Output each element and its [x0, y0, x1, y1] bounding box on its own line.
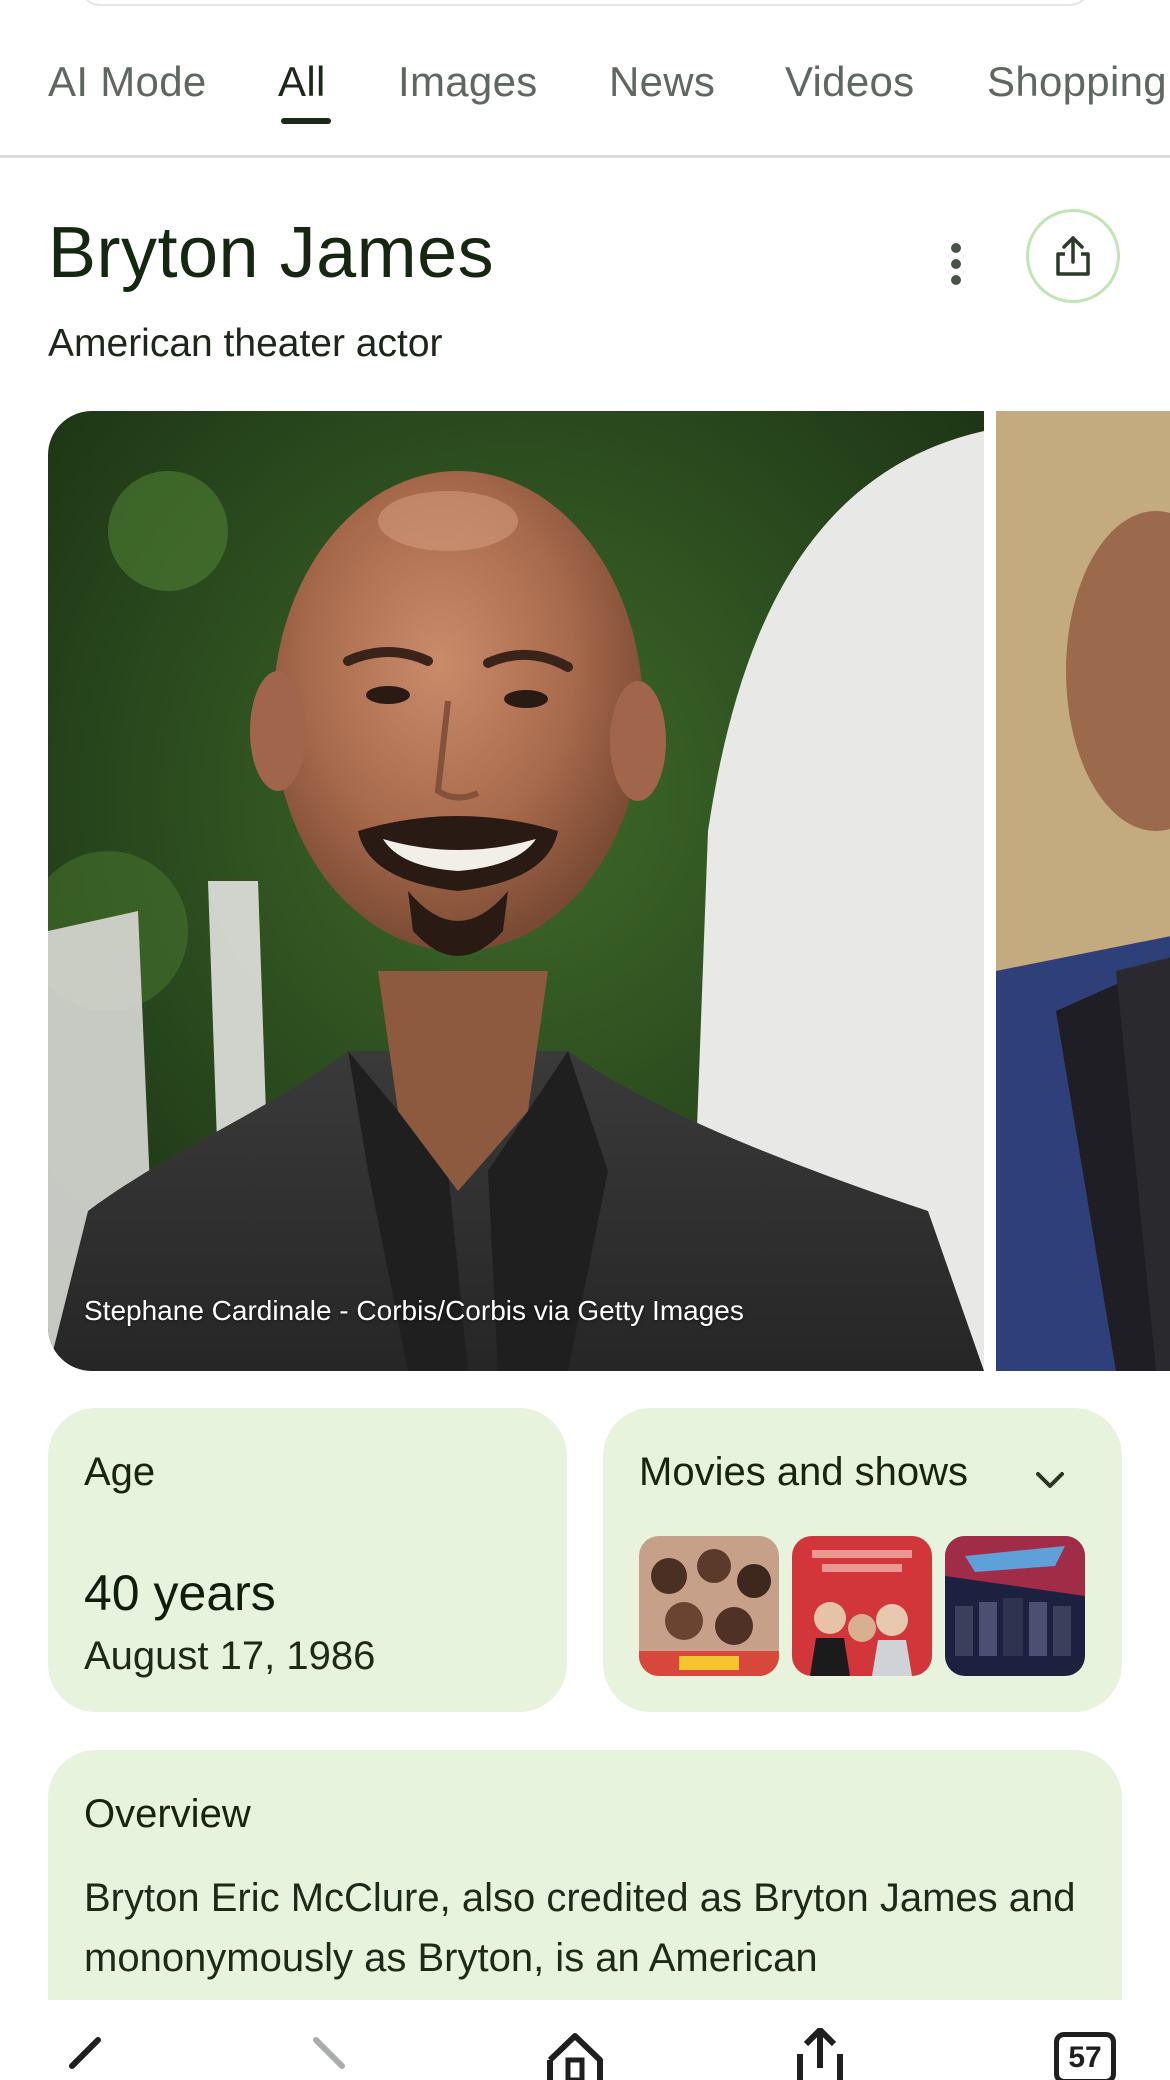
age-value: 40 years: [84, 1565, 276, 1621]
movie-thumbnail[interactable]: [945, 1536, 1085, 1676]
movies-label: Movies and shows: [639, 1450, 969, 1494]
home-icon[interactable]: [544, 2030, 606, 2080]
tab-count: 57: [1068, 2041, 1102, 2074]
portrait-photo-2[interactable]: [996, 411, 1170, 1371]
overview-text: Bryton Eric McClure, also credited as Br…: [84, 1876, 1076, 1980]
age-label: Age: [84, 1450, 156, 1494]
share-button[interactable]: [1026, 209, 1120, 303]
entity-subtitle: American theater actor: [48, 322, 443, 365]
tab-shopping[interactable]: Shopping: [987, 58, 1167, 106]
forward-icon[interactable]: [306, 2036, 356, 2080]
movie-thumbnail[interactable]: [792, 1536, 932, 1676]
more-options-button[interactable]: [924, 232, 988, 296]
entity-title: Bryton James: [48, 213, 495, 293]
tab-news[interactable]: News: [609, 58, 715, 106]
tab-videos[interactable]: Videos: [785, 58, 914, 106]
birth-date: August 17, 1986: [84, 1634, 376, 1678]
active-tab-indicator: [281, 118, 331, 124]
tabs-icon[interactable]: 57: [1054, 2032, 1116, 2080]
share-nav-icon[interactable]: [790, 2028, 850, 2080]
share-icon: [1056, 236, 1090, 276]
movie-thumbnail[interactable]: [639, 1536, 779, 1676]
portrait-photo[interactable]: Stephane Cardinale - Corbis/Corbis via G…: [48, 411, 984, 1371]
tab-ai-mode[interactable]: AI Mode: [48, 58, 207, 106]
image-carousel[interactable]: Stephane Cardinale - Corbis/Corbis via G…: [48, 411, 1170, 1371]
tab-all[interactable]: All: [278, 58, 326, 106]
photo-credit: Stephane Cardinale - Corbis/Corbis via G…: [84, 1295, 744, 1326]
tab-images[interactable]: Images: [398, 58, 538, 106]
browser-bottom-bar: 57: [0, 2000, 1170, 2080]
overview-label: Overview: [84, 1792, 251, 1836]
age-card[interactable]: Age 40 years August 17, 1986: [48, 1408, 567, 1712]
back-icon[interactable]: [58, 2036, 108, 2080]
chevron-down-icon[interactable]: [1030, 1460, 1070, 1500]
more-vert-icon: [951, 243, 961, 285]
search-tabs: AI Mode All Images News Videos Shopping: [0, 0, 1170, 158]
movies-card[interactable]: Movies and shows: [603, 1408, 1122, 1712]
